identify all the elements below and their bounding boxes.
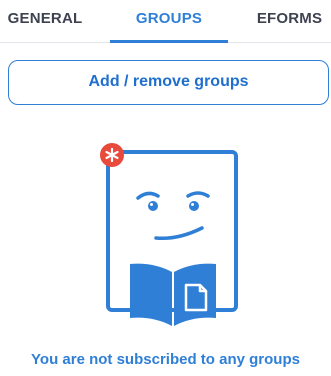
tab-general[interactable]: GENERAL — [0, 0, 90, 42]
tab-bar: GENERAL GROUPS EFORMS — [0, 0, 331, 43]
add-remove-groups-button[interactable]: Add / remove groups — [8, 60, 329, 105]
active-tab-indicator — [110, 40, 228, 43]
empty-state-message: You are not subscribed to any groups — [31, 351, 300, 368]
tab-eforms[interactable]: EFORMS — [248, 0, 331, 42]
asterisk-badge-icon — [100, 143, 124, 167]
smiling-document-with-book-icon — [100, 143, 238, 326]
tab-groups[interactable]: GROUPS — [110, 0, 228, 42]
empty-groups-illustration — [98, 140, 248, 340]
